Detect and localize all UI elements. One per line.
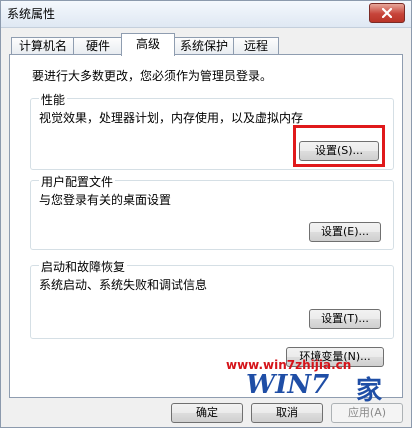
cancel-button[interactable]: 取消 bbox=[251, 403, 323, 423]
performance-description: 视觉效果，处理器计划，内存使用，以及虚拟内存 bbox=[39, 111, 304, 125]
system-properties-window: 系统属性 计算机名 硬件 高级 系统保护 远程 要进行大多数更改，您必须作为管理… bbox=[0, 0, 412, 428]
advanced-tab-panel: 要进行大多数更改，您必须作为管理员登录。 性能 视觉效果，处理器计划，内存使用，… bbox=[9, 54, 403, 398]
window-title: 系统属性 bbox=[7, 7, 56, 21]
tab-computer-name[interactable]: 计算机名 bbox=[11, 37, 75, 55]
tab-remote[interactable]: 远程 bbox=[233, 37, 279, 55]
highlight-box bbox=[293, 125, 385, 167]
tab-system-protection[interactable]: 系统保护 bbox=[173, 37, 235, 55]
close-button[interactable] bbox=[369, 3, 405, 23]
watermark-jia: 家 bbox=[356, 376, 383, 406]
tab-hardware[interactable]: 硬件 bbox=[73, 37, 123, 55]
close-x-icon bbox=[382, 8, 392, 18]
startup-recovery-settings-button[interactable]: 设置(T)... bbox=[309, 309, 381, 329]
startup-recovery-group: 启动和故障恢复 系统启动、系统失败和调试信息 设置(T)... bbox=[30, 258, 394, 339]
title-bar[interactable]: 系统属性 bbox=[1, 1, 411, 28]
tab-advanced[interactable]: 高级 bbox=[121, 33, 175, 56]
user-profiles-title: 用户配置文件 bbox=[39, 173, 116, 190]
apply-button[interactable]: 应用(A) bbox=[331, 403, 403, 423]
user-profiles-description: 与您登录有关的桌面设置 bbox=[39, 193, 172, 207]
startup-recovery-title: 启动和故障恢复 bbox=[39, 258, 128, 275]
ok-button[interactable]: 确定 bbox=[171, 403, 243, 423]
user-profiles-group: 用户配置文件 与您登录有关的桌面设置 设置(E)... bbox=[30, 173, 394, 250]
performance-title: 性能 bbox=[39, 91, 68, 108]
startup-recovery-description: 系统启动、系统失败和调试信息 bbox=[39, 278, 208, 292]
watermark-logo: WIN7 bbox=[246, 370, 330, 400]
admin-notice: 要进行大多数更改，您必须作为管理员登录。 bbox=[32, 69, 273, 83]
site-watermark: www.win7zhijia.cn WIN7 家 bbox=[226, 358, 412, 408]
user-profiles-settings-button[interactable]: 设置(E)... bbox=[309, 222, 381, 242]
